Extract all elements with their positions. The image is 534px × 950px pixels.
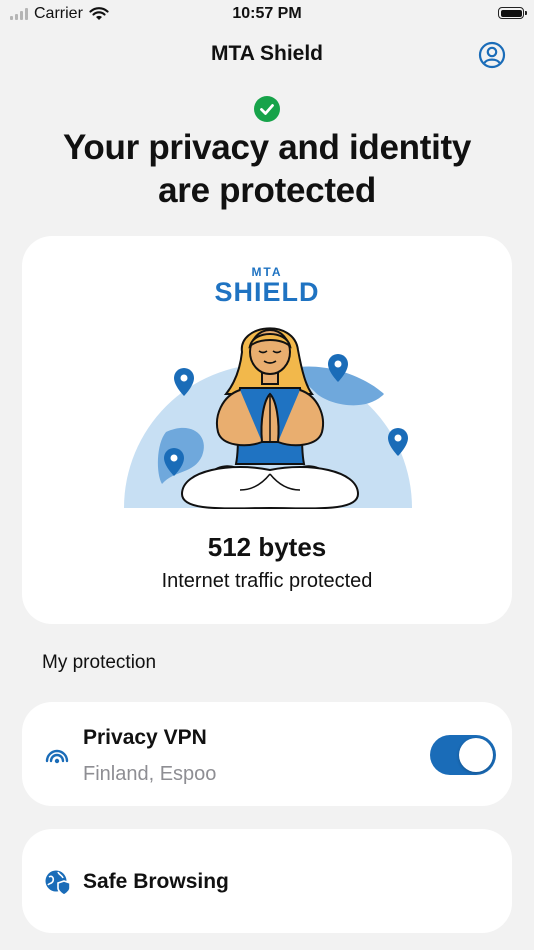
meditation-illustration [124,327,412,509]
privacy-vpn-card[interactable]: Privacy VPN Finland, Espoo [22,702,512,806]
hero-card: MTA SHIELD 512 bytes Internet traffic pr… [22,236,512,624]
vpn-location[interactable]: Finland, Espoo [83,763,216,786]
toggle-knob [459,738,493,772]
safe-browsing-globe-icon [45,870,70,895]
profile-icon[interactable] [478,41,506,69]
vpn-title: Privacy VPN [83,726,207,749]
safe-browsing-title: Safe Browsing [83,870,229,893]
traffic-label: Internet traffic protected [161,570,373,592]
status-bar: Carrier 10:57 PM [0,0,534,30]
headline-line-2: are protected [158,171,376,210]
check-circle-icon [254,96,280,122]
headline-line-1: Your privacy and identity [62,128,472,167]
status-time: 10:57 PM [232,5,302,22]
nav-title: MTA Shield [211,42,323,65]
battery-icon [498,7,527,19]
vpn-toggle[interactable] [430,735,496,775]
safe-browsing-card[interactable]: Safe Browsing [22,829,512,933]
vpn-signal-icon [45,749,69,764]
brand-logo-main: SHIELD [214,277,320,307]
protection-headline: Your privacy and identity are protected [20,126,514,212]
section-title-my-protection: My protection [42,652,157,673]
traffic-value: 512 bytes [207,532,327,562]
